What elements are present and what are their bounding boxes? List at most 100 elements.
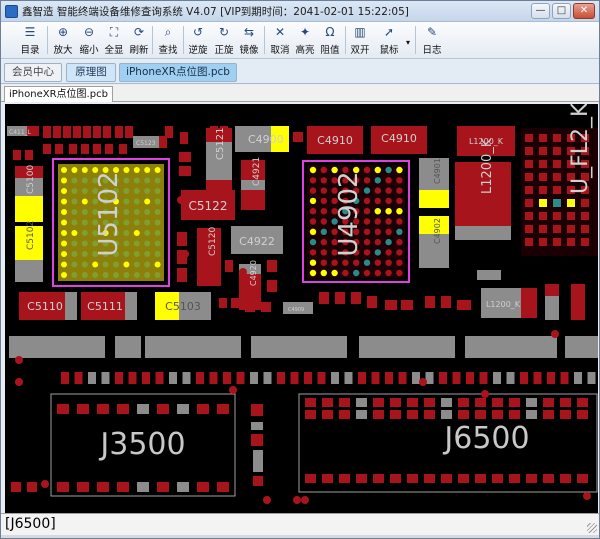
pad [61, 372, 69, 384]
chevron-down-icon: ▾ [405, 38, 410, 47]
bga-ball [154, 272, 161, 278]
bga-ball [396, 187, 403, 194]
tab-schematic[interactable]: 原理图 [66, 63, 116, 82]
highlight-button[interactable]: ✦ 高亮 [292, 24, 318, 56]
bga-ball [61, 230, 67, 236]
label-c411: C411_L [9, 129, 32, 136]
pad [539, 134, 547, 142]
refresh-icon: ⟳ [133, 25, 145, 39]
bga-ball [320, 238, 327, 246]
mirror-label: 镜像 [239, 45, 259, 56]
bga-ball [320, 249, 327, 256]
refresh-label: 刷新 [129, 45, 149, 56]
via [229, 386, 237, 394]
pcb-canvas[interactable]: C411_L C5123 U5102 C5100 C5102 C5121 C51… [5, 104, 598, 513]
tab-member-center[interactable]: 会员中心 [4, 63, 62, 82]
bga-ball [71, 167, 78, 173]
pad [88, 372, 96, 384]
close-button[interactable]: ✕ [573, 3, 595, 19]
bga-ball [320, 187, 327, 194]
zoom-in-button[interactable]: ⊕ 放大 [50, 24, 76, 56]
pad [322, 410, 333, 419]
via [239, 268, 247, 276]
resize-grip-icon[interactable] [587, 523, 597, 533]
pad [509, 398, 520, 407]
bga-ball [92, 261, 99, 268]
pad [317, 372, 326, 384]
pad [574, 372, 582, 384]
label-c5103: C5123 [136, 140, 156, 147]
bga-ball [123, 272, 130, 278]
zoom-in-label: 放大 [53, 45, 73, 56]
pad [155, 372, 164, 384]
connector-strip [115, 336, 141, 358]
bga-ball [385, 177, 392, 184]
bga-ball [71, 240, 78, 247]
rotate-right-button[interactable]: ↻ 正旋 [211, 24, 237, 56]
bga-ball [81, 219, 88, 226]
tab-pcb-file[interactable]: iPhoneXR点位图.pcb [119, 63, 237, 82]
pad [331, 372, 339, 384]
horizontal-scrollbar[interactable] [1, 535, 599, 538]
title-bar[interactable]: 鑫智造 智能终端设备维修查询系统 V4.07 [VIP到期时间：2041-02-… [1, 1, 599, 22]
mirror-button[interactable]: ⇆ 镜像 [236, 24, 262, 56]
bga-ball [144, 251, 151, 257]
minimize-button[interactable]: — [531, 3, 550, 19]
tab-pcb-document[interactable]: iPhoneXR点位图.pcb [4, 86, 113, 102]
fit-screen-button[interactable]: ⛶ 全显 [101, 24, 127, 56]
cursor-mode-dropdown[interactable]: ▾ [403, 24, 413, 56]
connector-strips [9, 336, 598, 358]
bga-ball [320, 228, 327, 235]
bga-ball [71, 177, 78, 184]
pad [177, 482, 189, 492]
bga-ball [154, 230, 161, 236]
pad [339, 474, 350, 483]
pad [339, 398, 350, 407]
dual-window-button[interactable]: ▥ 双开 [347, 24, 373, 56]
pcb-viewer[interactable]: C411_L C5123 U5102 C5100 C5102 C5121 C51… [5, 104, 598, 513]
resistance-button[interactable]: Ω 阻值 [317, 24, 343, 56]
window-title: 鑫智造 智能终端设备维修查询系统 V4.07 [VIP到期时间：2041-02-… [22, 6, 409, 18]
pad[interactable] [159, 136, 167, 148]
maximize-button[interactable]: □ [552, 3, 571, 19]
bga-ball [133, 251, 140, 257]
pad [424, 410, 435, 419]
pad [553, 212, 561, 220]
log-button[interactable]: ✎ 日志 [419, 24, 445, 56]
via [15, 356, 23, 364]
via [293, 496, 301, 504]
pad [553, 199, 561, 207]
pad [452, 372, 461, 384]
bga-ball [320, 177, 327, 184]
pad [373, 398, 384, 407]
connector-strip [145, 336, 241, 358]
pad [197, 482, 209, 492]
search-button[interactable]: ⌕ 查找 [155, 24, 181, 56]
main-tab-bar: 会员中心 原理图 iPhoneXR点位图.pcb [1, 60, 599, 84]
fit-screen-label: 全显 [104, 45, 124, 56]
pad [169, 372, 177, 384]
label-c5102: C5102 [26, 221, 36, 250]
zoom-out-button[interactable]: ⊖ 缩小 [76, 24, 102, 56]
pad [407, 410, 418, 419]
pad [553, 238, 561, 246]
menu-button[interactable]: ☰ 目录 [15, 24, 45, 56]
pad [305, 410, 316, 419]
bga-ball [309, 177, 317, 184]
component-small-cap[interactable] [477, 270, 501, 280]
bga-ball [81, 198, 88, 205]
pad [182, 372, 191, 384]
pad [567, 225, 575, 233]
cancel-button[interactable]: ✕ 取消 [267, 24, 293, 56]
toolbar: ☰ 目录 ⊕ 放大 ⊖ 缩小 ⛶ 全显 ⟳ 刷新 ⌕ 查找 ↺ 逆旋 ↻ 正旋 ⇆ 镜像 ✕ 取消 … [1, 22, 599, 59]
label-c4900: C4900 [248, 133, 284, 146]
refresh-button[interactable]: ⟳ 刷新 [126, 24, 152, 56]
bga-ball [154, 177, 161, 184]
cursor-mode-button[interactable]: ➚ 鼠标 [375, 24, 403, 56]
pad [577, 398, 588, 407]
rotate-left-button[interactable]: ↺ 逆旋 [185, 24, 211, 56]
bga-ball [123, 251, 130, 257]
bga-ball [309, 259, 317, 266]
pad [475, 474, 486, 483]
pad [539, 238, 547, 246]
